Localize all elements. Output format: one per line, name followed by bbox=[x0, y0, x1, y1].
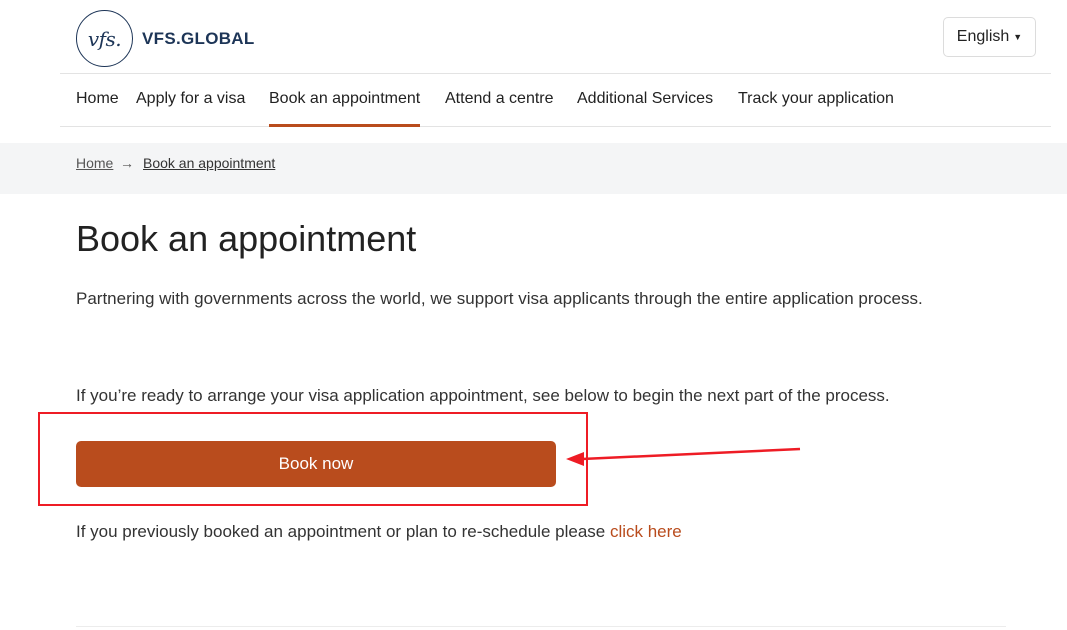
logo[interactable]: vfs. VFS.GLOBAL bbox=[76, 10, 255, 67]
nav-item-apply-for-a-visa[interactable]: Apply for a visa bbox=[136, 90, 245, 127]
nav-item-attend-a-centre[interactable]: Attend a centre bbox=[445, 90, 554, 127]
nav-item-home[interactable]: Home bbox=[76, 90, 119, 127]
intro-text: Partnering with governments across the w… bbox=[76, 289, 923, 308]
logo-text: VFS.GLOBAL bbox=[142, 28, 255, 48]
nav-item-track-your-application[interactable]: Track your application bbox=[738, 90, 894, 127]
ready-text: If you’re ready to arrange your visa app… bbox=[76, 386, 890, 405]
language-selector[interactable]: English ▼ bbox=[943, 17, 1036, 57]
main-nav: Home Apply for a visa Book an appointmen… bbox=[60, 74, 1051, 127]
reschedule-prefix: If you previously booked an appointment … bbox=[76, 522, 610, 541]
annotation-highlight-box bbox=[38, 412, 588, 506]
language-label: English bbox=[956, 28, 1010, 45]
section-divider bbox=[76, 626, 1006, 630]
breadcrumb: Home → Book an appointment bbox=[0, 143, 1067, 194]
page-title: Book an appointment bbox=[76, 218, 417, 259]
arrow-right-icon: → bbox=[120, 155, 134, 171]
red-arrow-icon bbox=[566, 447, 801, 466]
reschedule-text: If you previously booked an appointment … bbox=[76, 518, 682, 545]
site-header: vfs. VFS.GLOBAL English ▼ bbox=[60, 0, 1051, 74]
breadcrumb-home[interactable]: Home bbox=[76, 155, 113, 171]
nav-item-additional-services[interactable]: Additional Services bbox=[577, 90, 713, 127]
nav-item-book-an-appointment[interactable]: Book an appointment bbox=[269, 90, 421, 127]
caret-down-icon: ▼ bbox=[1013, 32, 1023, 42]
breadcrumb-current[interactable]: Book an appointment bbox=[143, 155, 275, 171]
page: vfs. VFS.GLOBAL English ▼ Home Apply for… bbox=[0, 0, 1067, 630]
click-here-link[interactable]: click here bbox=[610, 522, 682, 541]
logo-mark: vfs. bbox=[76, 10, 133, 67]
